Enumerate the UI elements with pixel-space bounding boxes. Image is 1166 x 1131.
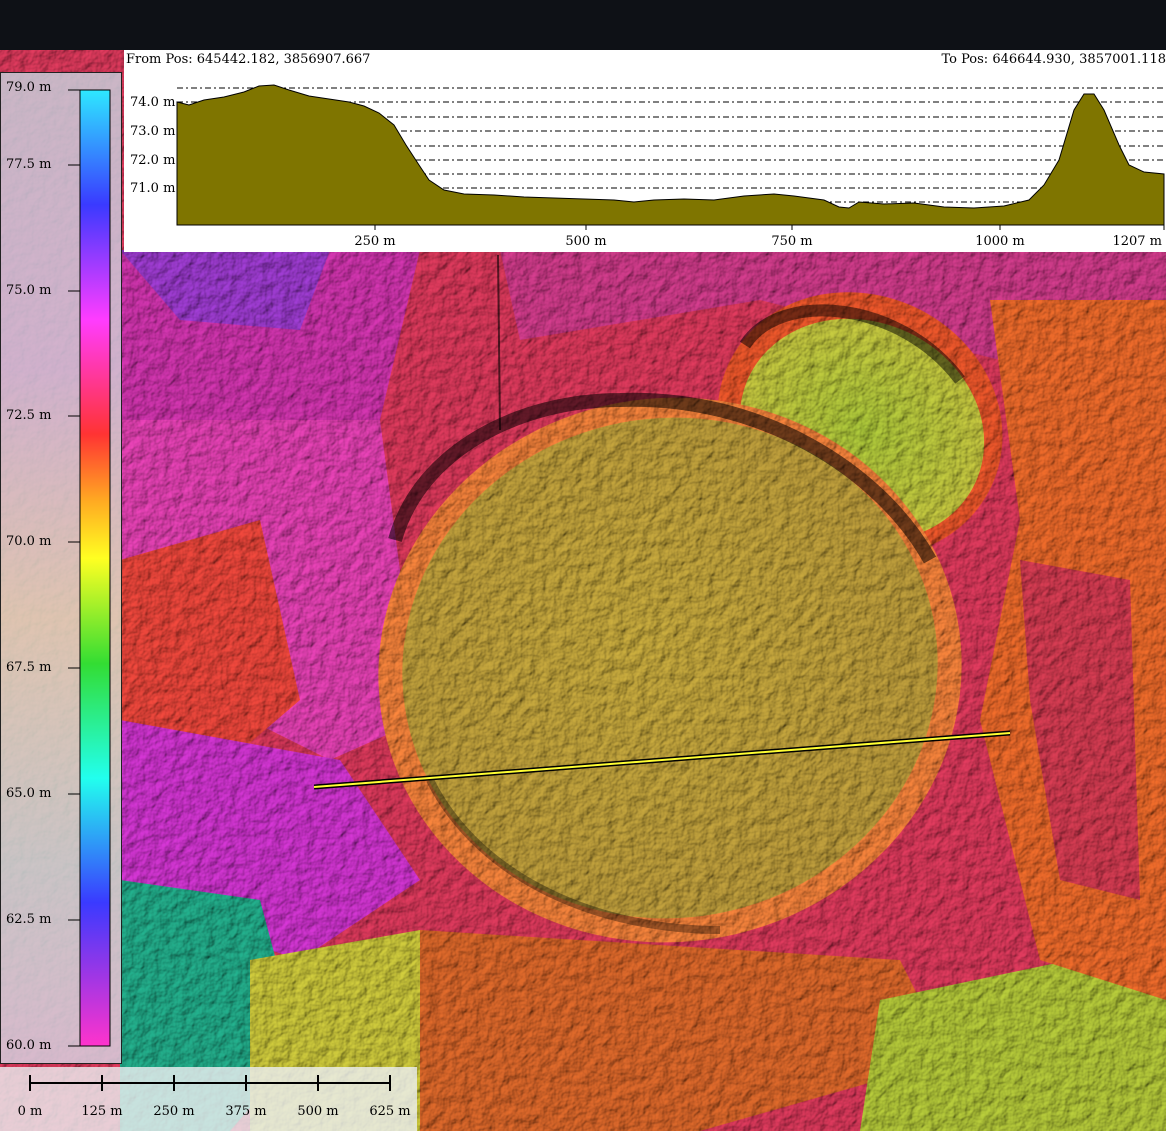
distance-tick-marks [374, 225, 1165, 230]
elevation-legend: 79.0 m 77.5 m 75.0 m 72.5 m 70.0 m 67.5 … [0, 72, 122, 1064]
scale-bar-label: 0 m [17, 1104, 43, 1119]
elevation-profile-area [176, 84, 1165, 226]
scale-bar: 0 m 125 m 250 m 375 m 500 m 625 m [0, 1067, 417, 1131]
elevation-tick-label: 73.0 m [130, 124, 175, 139]
scale-bar-graphic [29, 1075, 391, 1091]
legend-label: 79.0 m [6, 80, 52, 95]
elevation-profile-panel[interactable]: 74.0 m 73.0 m 72.0 m 71.0 m 250 m 500 m … [124, 50, 1166, 252]
legend-label: 72.5 m [6, 408, 52, 423]
from-position-coords: 645442.182, 3856907.667 [196, 52, 371, 67]
distance-tick-label: 750 m [771, 234, 812, 249]
elevation-tick-label: 72.0 m [130, 153, 175, 168]
scale-bar-label: 250 m [153, 1104, 195, 1119]
elevation-tick-label: 74.0 m [130, 95, 175, 110]
to-position-label: To Pos: [941, 52, 989, 67]
from-position-readout: From Pos: 645442.182, 3856907.667 [126, 52, 370, 67]
distance-tick-label: 1207 m [1112, 234, 1162, 249]
scale-bar-label: 375 m [225, 1104, 267, 1119]
elevation-profile-chart: 74.0 m 73.0 m 72.0 m 71.0 m 250 m 500 m … [130, 84, 1165, 249]
legend-label: 70.0 m [6, 534, 52, 549]
distance-tick-label: 1000 m [975, 234, 1025, 249]
legend-label: 75.0 m [6, 283, 52, 298]
legend-label: 62.5 m [6, 912, 52, 927]
legend-color-ramp [79, 89, 111, 1047]
legend-label: 67.5 m [6, 660, 52, 675]
from-position-label: From Pos: [126, 52, 193, 67]
distance-tick-label: 250 m [354, 234, 395, 249]
to-position-coords: 646644.930, 3857001.118 [992, 52, 1166, 67]
scale-bar-label: 500 m [297, 1104, 339, 1119]
scale-bar-label: 125 m [81, 1104, 123, 1119]
legend-label: 65.0 m [6, 786, 52, 801]
distance-tick-label: 500 m [565, 234, 606, 249]
legend-label: 77.5 m [6, 157, 52, 172]
to-position-readout: To Pos: 646644.930, 3857001.118 [941, 52, 1166, 67]
elevation-tick-label: 71.0 m [130, 181, 175, 196]
legend-label: 60.0 m [6, 1038, 52, 1053]
scale-bar-label: 625 m [369, 1104, 411, 1119]
